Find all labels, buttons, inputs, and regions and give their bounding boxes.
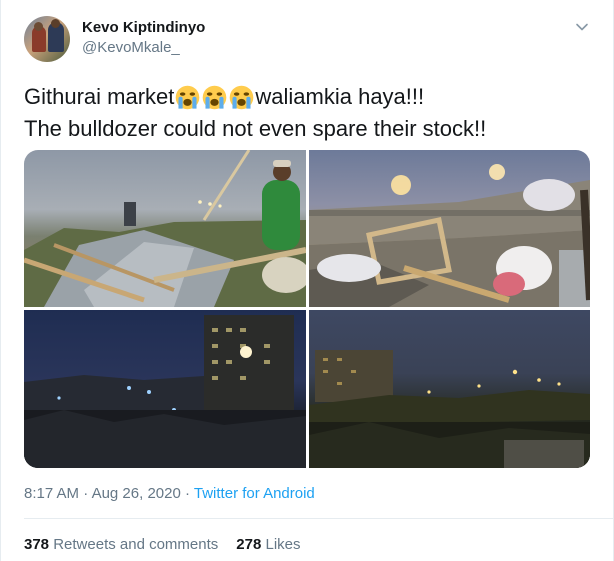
retweets-label: Retweets and comments (53, 536, 219, 553)
crying-face-emoji-icon (176, 85, 200, 110)
likes-stat[interactable]: 278 Likes (236, 536, 300, 553)
likes-count: 278 (236, 536, 262, 553)
tweet-time[interactable]: 8:17 AM (24, 485, 79, 502)
tweet-meta: 8:17 AM · Aug 26, 2020 · Twitter for And… (24, 485, 315, 502)
tweet-card: Kevo Kiptindinyo @KevoMkale_ Githurai ma… (0, 0, 614, 561)
night-buildings-photo[interactable] (24, 310, 306, 468)
tweet-stats: 378 Retweets and comments 278 Likes (24, 536, 301, 553)
likes-label: Likes (265, 536, 301, 553)
photo-grid (24, 150, 590, 468)
chevron-down-icon[interactable] (575, 20, 589, 34)
meta-separator: · (184, 485, 190, 502)
tweet-text-part1: Githurai market (24, 84, 175, 109)
tweet-text: Githurai market waliamkia haya!!! The bu… (24, 81, 594, 145)
user-name[interactable]: Kevo Kiptindinyo (82, 19, 205, 36)
crying-face-emoji-icon (203, 85, 227, 110)
crying-face-emoji-icon (230, 85, 254, 110)
user-handle[interactable]: @KevoMkale_ (82, 39, 180, 56)
bridge-debris-dusk-photo[interactable] (309, 150, 590, 307)
meta-separator: · (83, 485, 89, 502)
divider (24, 518, 613, 519)
retweets-count: 378 (24, 536, 50, 553)
demolished-market-stalls-photo[interactable] (24, 150, 306, 307)
tweet-text-line2: The bulldozer could not even spare their… (24, 116, 487, 141)
retweets-stat[interactable]: 378 Retweets and comments (24, 536, 218, 553)
tweet-date[interactable]: Aug 26, 2020 (92, 485, 181, 502)
tweet-text-part2: waliamkia haya!!! (255, 84, 425, 109)
tweet-client-link[interactable]: Twitter for Android (194, 485, 315, 502)
night-cityscape-photo[interactable] (309, 310, 590, 468)
avatar[interactable] (24, 16, 70, 62)
